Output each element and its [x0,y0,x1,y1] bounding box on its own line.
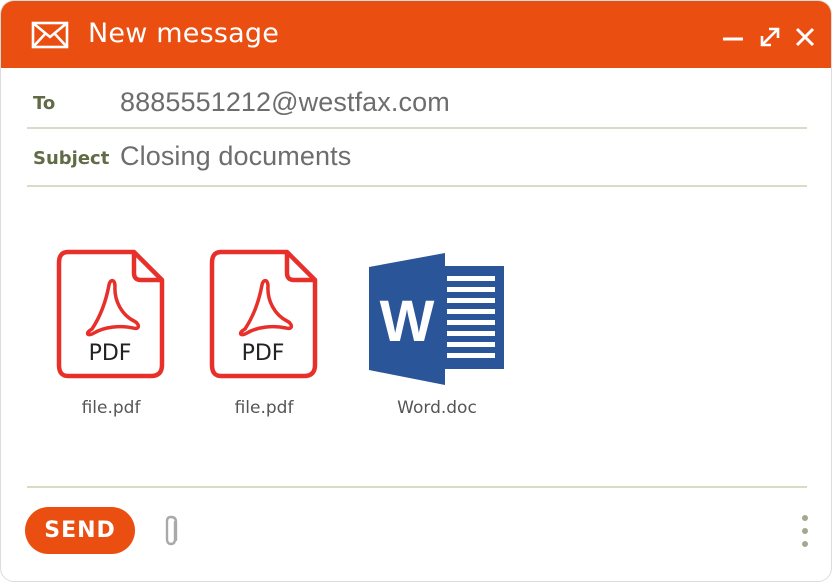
to-label: To [33,93,56,114]
paperclip-icon[interactable] [161,514,183,548]
envelope-icon [31,21,69,49]
attachment-item[interactable]: W Word.doc [365,253,509,418]
maximize-icon[interactable] [758,25,782,49]
word-document-icon: W [369,253,504,385]
minimize-icon[interactable] [721,25,745,49]
to-field[interactable]: To 8885551212@westfax.com [27,68,807,129]
pdf-badge-text: PDF [89,341,132,366]
window-title: New message [88,18,280,49]
attachment-item[interactable]: PDF file.pdf [209,249,319,418]
attachment-name: file.pdf [81,398,141,418]
subject-label: Subject [33,148,110,169]
attachment-name: file.pdf [234,398,294,418]
title-bar: New message [1,1,831,68]
close-icon[interactable] [793,25,817,49]
divider [27,486,807,488]
compose-window: New message To 8885551212@westfax.com Su… [0,0,832,582]
attachment-name: Word.doc [397,398,477,418]
subject-input[interactable]: Closing documents [120,141,351,172]
pdf-file-icon: PDF [56,249,165,379]
word-badge-text: W [380,289,435,354]
pdf-file-icon: PDF [209,249,318,379]
attachment-item[interactable]: PDF file.pdf [56,249,166,418]
to-input[interactable]: 8885551212@westfax.com [120,87,450,118]
send-button[interactable]: SEND [25,507,135,554]
pdf-badge-text: PDF [242,341,285,366]
subject-field[interactable]: Subject Closing documents [27,129,807,187]
more-vertical-icon[interactable] [798,513,812,549]
